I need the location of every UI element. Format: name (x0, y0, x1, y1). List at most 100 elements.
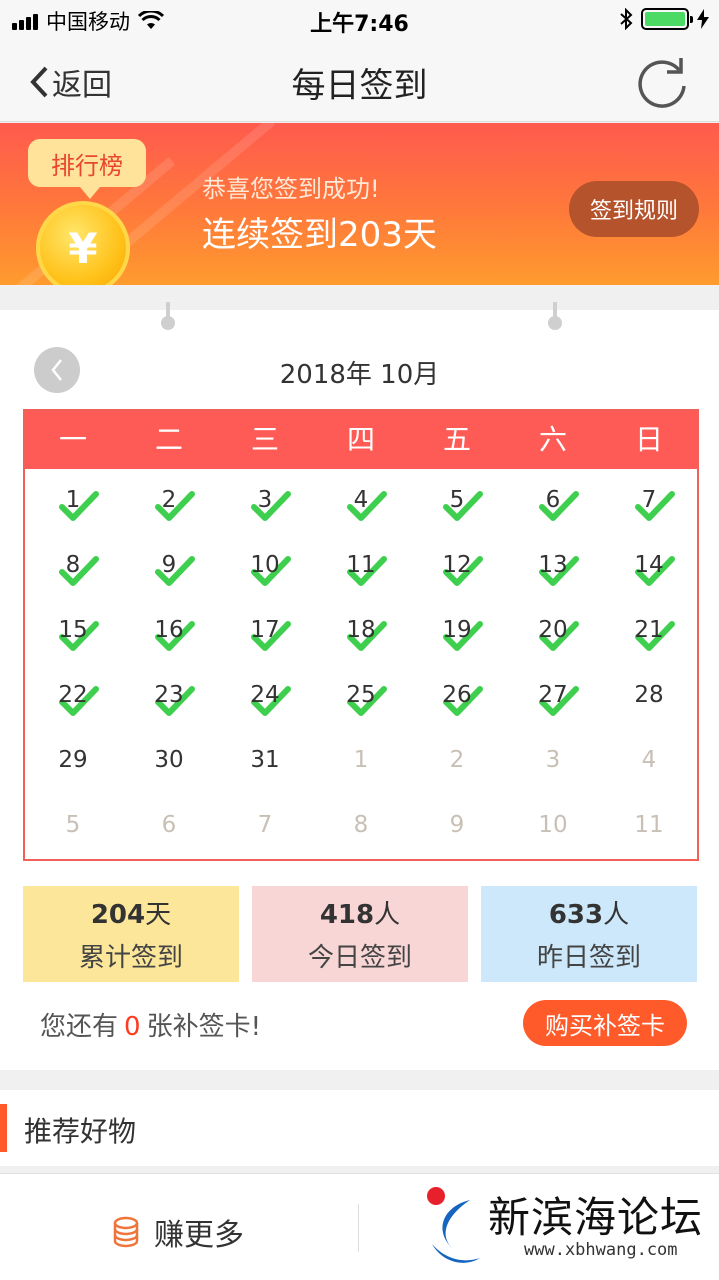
calendar-day[interactable]: 5 (25, 796, 121, 861)
calendar-day[interactable]: 2 (409, 731, 505, 796)
nav-bar: 返回 每日签到 (0, 40, 719, 122)
divider (358, 1204, 359, 1252)
calendar-day-number: 26 (442, 682, 472, 708)
weekday-label: 一 (58, 423, 87, 456)
stat-total: 204天 累计签到 (23, 886, 239, 982)
calendar-day[interactable]: 9 (121, 536, 217, 601)
calendar-day[interactable]: 4 (313, 471, 409, 536)
calendar-day[interactable]: 31 (217, 731, 313, 796)
calendar-day[interactable]: 18 (313, 601, 409, 666)
calendar-day-number: 10 (538, 812, 568, 838)
calendar-day-number: 28 (634, 682, 664, 708)
calendar-day[interactable]: 10 (217, 536, 313, 601)
calendar-day[interactable]: 25 (313, 666, 409, 731)
calendar-day[interactable]: 13 (505, 536, 601, 601)
calendar-day-number: 5 (449, 487, 465, 513)
weekday-label: 三 (250, 423, 279, 456)
calendar-day-number: 21 (634, 617, 664, 643)
calendar-day-number: 20 (538, 617, 568, 643)
calendar-day[interactable]: 24 (217, 666, 313, 731)
calendar-day[interactable]: 30 (121, 731, 217, 796)
calendar-day[interactable]: 27 (505, 666, 601, 731)
page-title: 每日签到 (291, 66, 428, 106)
calendar-day[interactable]: 10 (505, 796, 601, 861)
calendar-day-number: 8 (65, 552, 81, 578)
earn-more-button[interactable]: 赚更多 (112, 1210, 244, 1254)
calendar-day[interactable]: 4 (601, 731, 697, 796)
calendar-day-number: 11 (346, 552, 376, 578)
calendar-day-number: 4 (353, 487, 369, 513)
pin-icon (161, 302, 175, 336)
calendar-day[interactable]: 12 (409, 536, 505, 601)
calendar-day[interactable]: 16 (121, 601, 217, 666)
calendar-day-number: 31 (250, 747, 280, 773)
calendar-day[interactable]: 14 (601, 536, 697, 601)
calendar-day[interactable]: 9 (409, 796, 505, 861)
calendar-day[interactable]: 7 (217, 796, 313, 861)
buy-makeup-card-button[interactable]: 购买补签卡 (523, 1000, 687, 1046)
calendar-day[interactable]: 19 (409, 601, 505, 666)
calendar-day[interactable]: 5 (409, 471, 505, 536)
calendar-day-number: 18 (346, 617, 376, 643)
calendar-day-number: 8 (353, 812, 369, 838)
calendar-day-number: 10 (250, 552, 280, 578)
stat-yesterday: 633人 昨日签到 (481, 886, 697, 982)
calendar-day[interactable]: 21 (601, 601, 697, 666)
battery-icon (641, 8, 693, 30)
congrats-text: 恭喜您签到成功! (202, 175, 380, 203)
calendar-day[interactable]: 11 (313, 536, 409, 601)
calendar-day-number: 23 (154, 682, 184, 708)
calendar-day[interactable]: 7 (601, 471, 697, 536)
calendar-day[interactable]: 11 (601, 796, 697, 861)
rules-button[interactable]: 签到规则 (569, 181, 699, 237)
calendar-day[interactable]: 6 (505, 471, 601, 536)
calendar-day[interactable]: 28 (601, 666, 697, 731)
calendar-day-number: 3 (257, 487, 273, 513)
recommend-section: 推荐好物 (0, 1090, 719, 1166)
calendar-day-number: 19 (442, 617, 472, 643)
calendar-days: 1 2 3 4 5 6 7 8 9 10 11 12 13 14 15 16 17 18 19 20 21 22 23 24 2… (25, 469, 697, 861)
stat-today-unit: 人 (374, 900, 401, 930)
pin-icon (548, 302, 562, 336)
weekday-label: 日 (634, 423, 663, 456)
refresh-icon[interactable] (633, 54, 691, 112)
calendar-day[interactable]: 29 (25, 731, 121, 796)
status-right (619, 8, 709, 30)
calendar-day-number: 17 (250, 617, 280, 643)
calendar-day[interactable]: 20 (505, 601, 601, 666)
calendar-day[interactable]: 22 (25, 666, 121, 731)
section-accent-bar (0, 1104, 7, 1152)
calendar-day[interactable]: 15 (25, 601, 121, 666)
calendar-day[interactable]: 6 (121, 796, 217, 861)
calendar-day-number: 14 (634, 552, 664, 578)
calendar-day-number: 25 (346, 682, 376, 708)
leaderboard-button[interactable]: 排行榜 (28, 139, 146, 199)
makeup-card-count: 0 (124, 1012, 141, 1042)
calendar-day[interactable]: 2 (121, 471, 217, 536)
calendar-grid: 一二三四五六日 1 2 3 4 5 6 7 8 9 10 11 12 13 14 15 16 17 18 19 20 2… (23, 409, 699, 861)
calendar-day[interactable]: 8 (25, 536, 121, 601)
bottom-bar: 赚更多 新滨海论坛 www.xbhwang.com (0, 1173, 719, 1280)
stat-yesterday-value: 633 (548, 900, 604, 930)
calendar-day-number: 7 (641, 487, 657, 513)
calendar-day[interactable]: 23 (121, 666, 217, 731)
calendar-day[interactable]: 17 (217, 601, 313, 666)
calendar-day-number: 1 (65, 487, 81, 513)
calendar-day[interactable]: 3 (217, 471, 313, 536)
calendar-card: 2018年 10月 一二三四五六日 1 2 3 4 5 6 7 8 9 10 11 12 13 14 15 1… (0, 302, 719, 1070)
calendar-day[interactable]: 8 (313, 796, 409, 861)
calendar-day[interactable]: 1 (313, 731, 409, 796)
calendar-day-number: 29 (58, 747, 88, 773)
weekday-header: 一二三四五六日 (25, 411, 697, 469)
stat-yesterday-unit: 人 (603, 900, 630, 930)
calendar-day-number: 4 (641, 747, 657, 773)
weekday-label: 五 (442, 423, 471, 456)
weekday-label: 二 (154, 423, 183, 456)
calendar-day-number: 30 (154, 747, 184, 773)
calendar-day[interactable]: 1 (25, 471, 121, 536)
calendar-day[interactable]: 3 (505, 731, 601, 796)
calendar-day-number: 11 (634, 812, 664, 838)
calendar-day-number: 16 (154, 617, 184, 643)
watermark-logo (427, 1187, 480, 1263)
calendar-day[interactable]: 26 (409, 666, 505, 731)
